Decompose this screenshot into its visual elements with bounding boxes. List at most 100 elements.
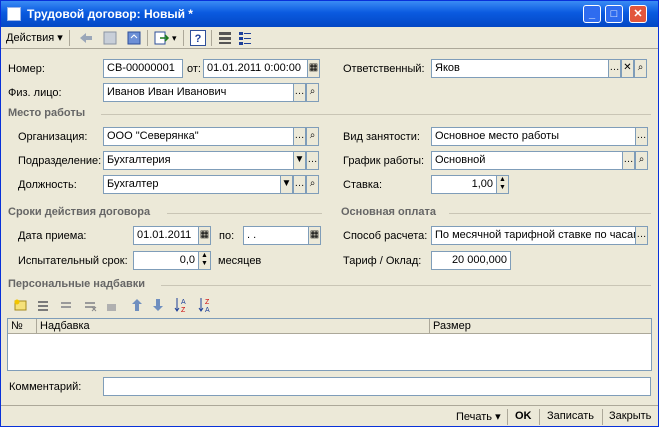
delete-row-icon[interactable]	[81, 297, 99, 313]
svg-text:?: ?	[195, 33, 202, 45]
document-icon	[7, 7, 21, 21]
pay-section-title: Основная оплата	[341, 206, 437, 218]
select-button[interactable]: …	[306, 151, 319, 170]
svg-text:Z: Z	[181, 307, 186, 313]
close-button[interactable]: ✕	[629, 5, 647, 23]
allowances-section-title: Персональные надбавки	[8, 278, 145, 290]
responsible-input[interactable]: Яков	[431, 59, 609, 78]
maximize-button[interactable]: □	[605, 5, 623, 23]
calendar-icon[interactable]: ▦	[307, 59, 320, 78]
ok-button[interactable]: OK	[515, 410, 532, 422]
position-input[interactable]: Бухгалтер	[103, 175, 281, 194]
arrow-down-icon[interactable]	[149, 297, 167, 313]
tariff-input[interactable]: 20 000,000	[431, 251, 511, 270]
save-button[interactable]: Записать	[547, 410, 594, 422]
spinner-icon[interactable]: ▲ ▼	[198, 251, 211, 270]
calendar-icon[interactable]: ▦	[198, 226, 211, 245]
calendar-icon[interactable]: ▦	[308, 226, 321, 245]
hire-date-input[interactable]: 01.01.2011	[133, 226, 199, 245]
section-divider	[101, 114, 651, 115]
section-divider	[161, 285, 651, 286]
employment-label: Вид занятости:	[343, 131, 420, 143]
select-button[interactable]: …	[293, 127, 306, 146]
open-icon[interactable]: ⌕	[306, 83, 319, 102]
org-input[interactable]: ООО "Северянка"	[103, 127, 294, 146]
open-icon[interactable]: ⌕	[306, 127, 319, 146]
select-button[interactable]: …	[622, 151, 635, 170]
toolbar: Действия ▾ ▾ ?	[1, 27, 658, 49]
schedule-input[interactable]: Основной	[431, 151, 623, 170]
sort-ascending-icon[interactable]: AZ	[173, 297, 191, 313]
rate-label: Ставка:	[343, 179, 383, 191]
document-window: Трудовой договор: Новый * _ □ ✕ Действия…	[0, 0, 659, 427]
select-button[interactable]: …	[293, 175, 306, 194]
employment-select[interactable]: Основное место работы	[431, 127, 636, 146]
schedule-label: График работы:	[343, 155, 425, 167]
add-row-icon[interactable]	[11, 297, 29, 313]
number-input[interactable]: СВ-00000001	[103, 59, 183, 78]
spinner-icon[interactable]: ▲ ▼	[496, 175, 509, 194]
toolbar-separator	[539, 409, 540, 425]
open-icon[interactable]: ⌕	[306, 175, 319, 194]
list-icon[interactable]	[216, 30, 234, 46]
from-label: от:	[187, 63, 201, 75]
window-title: Трудовой договор: Новый *	[27, 7, 193, 21]
select-button[interactable]: …	[608, 59, 621, 78]
toolbar-separator	[69, 30, 70, 46]
chevron-down-icon[interactable]: ▼	[280, 175, 293, 194]
back-icon[interactable]	[77, 30, 95, 46]
select-button[interactable]: …	[635, 127, 648, 146]
open-icon[interactable]: ⌕	[635, 151, 648, 170]
column-header-number[interactable]: №	[8, 319, 37, 334]
arrow-up-icon[interactable]	[128, 297, 146, 313]
tariff-label: Тариф / Оклад:	[343, 255, 422, 267]
select-button[interactable]: …	[635, 226, 648, 245]
edit-row-icon[interactable]	[57, 297, 75, 313]
post-icon[interactable]	[101, 30, 119, 46]
probation-label: Испытательный срок:	[18, 255, 128, 267]
number-label: Номер:	[8, 63, 45, 75]
column-header-allowance[interactable]: Надбавка	[37, 319, 430, 334]
structure-icon[interactable]	[236, 30, 254, 46]
column-header-size[interactable]: Размер	[430, 319, 651, 334]
help-icon[interactable]: ?	[189, 30, 207, 46]
end-date-input[interactable]: . .	[243, 226, 309, 245]
sort-descending-icon[interactable]: ZA	[197, 297, 215, 313]
finish-edit-icon[interactable]	[103, 297, 121, 313]
probation-input[interactable]: 0,0	[133, 251, 199, 270]
toolbar-separator	[211, 30, 212, 46]
dept-input[interactable]: Бухгалтерия	[103, 151, 294, 170]
close-form-button[interactable]: Закрыть	[609, 410, 651, 422]
select-button[interactable]: …	[293, 83, 306, 102]
open-icon[interactable]: ⌕	[634, 59, 647, 78]
workplace-section-title: Место работы	[8, 107, 86, 119]
hire-label: Дата приема:	[18, 230, 87, 242]
months-label: месяцев	[218, 255, 262, 267]
refresh-icon[interactable]	[125, 30, 143, 46]
method-select[interactable]: По месячной тарифной ставке по часам	[431, 226, 636, 245]
org-label: Организация:	[18, 131, 88, 143]
person-input[interactable]: Иванов Иван Иванович	[103, 83, 294, 102]
copy-row-icon[interactable]	[34, 297, 52, 313]
minimize-button[interactable]: _	[583, 5, 601, 23]
clear-icon[interactable]: ✕	[621, 59, 634, 78]
comment-input[interactable]	[103, 377, 651, 396]
title-bar: Трудовой договор: Новый * _ □ ✕	[1, 1, 658, 27]
allowances-table[interactable]: № Надбавка Размер	[7, 318, 652, 371]
actions-menu[interactable]: Действия ▾	[6, 29, 63, 47]
method-label: Способ расчета:	[343, 230, 428, 242]
goto-icon[interactable]	[153, 30, 171, 46]
rate-input[interactable]: 1,00	[431, 175, 497, 194]
print-menu[interactable]: Печать ▾	[456, 410, 501, 423]
section-divider	[449, 213, 651, 214]
responsible-label: Ответственный:	[343, 63, 425, 75]
dept-label: Подразделение:	[18, 155, 102, 167]
toolbar-separator	[507, 409, 508, 425]
toolbar-separator	[147, 30, 148, 46]
toolbar-separator	[183, 30, 184, 46]
goto-dropdown-icon[interactable]: ▾	[172, 29, 177, 47]
comment-label: Комментарий:	[9, 381, 82, 393]
from-date-input[interactable]: 01.01.2011 0:00:00	[203, 59, 308, 78]
command-bar: Печать ▾ OK Записать Закрыть	[1, 405, 658, 426]
chevron-down-icon[interactable]: ▼	[293, 151, 306, 170]
